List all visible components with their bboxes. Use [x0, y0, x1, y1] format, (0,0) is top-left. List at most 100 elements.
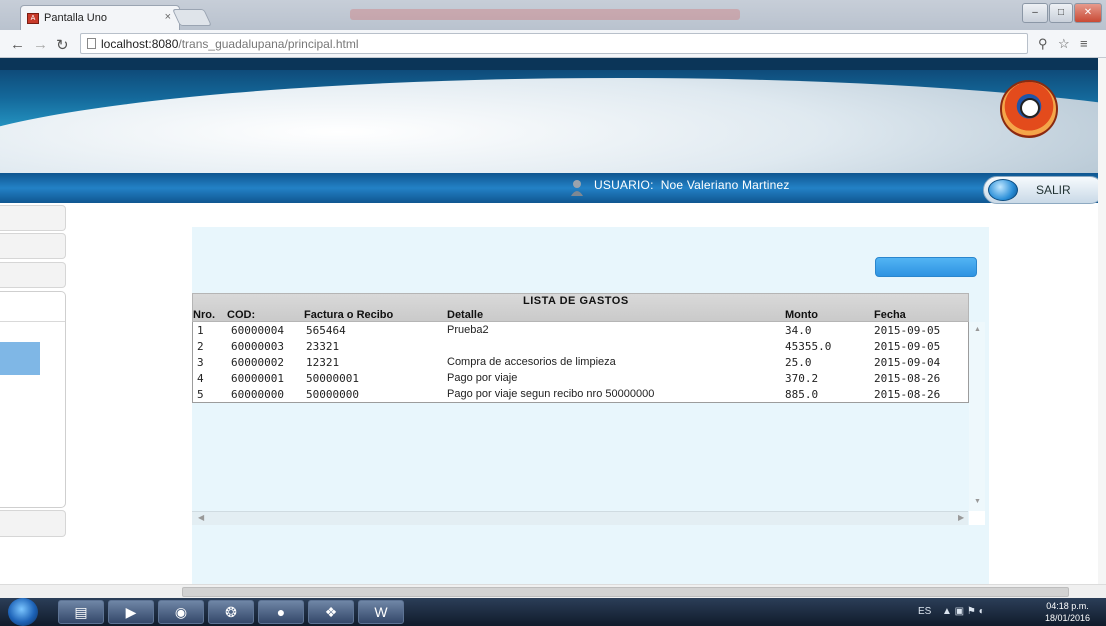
- action-button[interactable]: [875, 257, 977, 277]
- user-icon: [571, 180, 583, 196]
- taskbar-chrome[interactable]: ◉: [158, 600, 204, 624]
- scroll-up-icon[interactable]: ▲: [974, 326, 981, 333]
- windows-taskbar: ▤ ▶ ◉ ❂ ● ❖ W ES ▲ ▣ ⚑ ◐ 04:18 p.m. 18/0…: [0, 598, 1106, 626]
- taskbar-app[interactable]: ❂: [208, 600, 254, 624]
- table-row[interactable]: 3 60000002 12321 Compra de accesorios de…: [193, 355, 968, 371]
- clock-date: 18/01/2016: [1045, 613, 1091, 623]
- page-horizontal-scrollbar[interactable]: [0, 584, 1106, 598]
- table-row[interactable]: 1 60000004 565464 Prueba2 34.0 2015-09-0…: [193, 323, 968, 339]
- taskbar-word[interactable]: W: [358, 600, 404, 624]
- cell-detalle: Pago por viaje segun recibo nro 50000000: [447, 388, 655, 400]
- grid-vertical-scrollbar[interactable]: ▲ ▼: [969, 322, 985, 511]
- user-name: Noe Valeriano Martinez: [660, 178, 790, 192]
- grid-horizontal-scrollbar[interactable]: ◀ ▶: [192, 511, 968, 525]
- taskbar-explorer[interactable]: ▤: [58, 600, 104, 624]
- scroll-down-icon[interactable]: ▼: [974, 498, 981, 505]
- table-row[interactable]: 2 60000003 23321 45355.0 2015-09-05: [193, 339, 968, 355]
- user-label: USUARIO:: [594, 178, 654, 192]
- table-row[interactable]: 5 60000000 50000000 Pago por viaje segun…: [193, 387, 968, 403]
- menu-icon[interactable]: ≡: [1080, 36, 1088, 51]
- browser-tab[interactable]: A Pantalla Uno ×: [20, 5, 180, 30]
- address-bar: ← → ↻ localhost:8080/trans_guadalupana/p…: [0, 30, 1106, 58]
- menu-expanded-panel: [0, 291, 66, 508]
- cell-monto: 370.2: [785, 372, 819, 385]
- scroll-left-icon[interactable]: ◀: [198, 513, 204, 522]
- back-arrow-icon[interactable]: ←: [10, 36, 25, 53]
- col-header-nro[interactable]: Nro.: [193, 309, 215, 321]
- menu-item-4[interactable]: [0, 510, 66, 537]
- scroll-right-icon[interactable]: ▶: [958, 513, 964, 522]
- expenses-grid: LISTA DE GASTOS Nro. COD: Factura o Reci…: [192, 293, 969, 511]
- cell-nro: 5: [197, 388, 204, 401]
- logo-emblem: [1020, 98, 1040, 118]
- page-icon: [87, 38, 96, 49]
- close-button[interactable]: ✕: [1074, 3, 1102, 23]
- tab-close-icon[interactable]: ×: [165, 11, 171, 23]
- page-vertical-scrollbar[interactable]: [1098, 58, 1106, 584]
- cell-fecha: 2015-09-05: [874, 340, 941, 353]
- cell-fecha: 2015-08-26: [874, 388, 941, 401]
- cell-detalle: Prueba2: [447, 324, 489, 336]
- taskbar-eclipse[interactable]: ●: [258, 600, 304, 624]
- bookmark-star-icon[interactable]: ☆: [1058, 36, 1070, 52]
- forward-arrow-icon[interactable]: →: [33, 36, 48, 53]
- col-header-monto[interactable]: Monto: [785, 309, 818, 321]
- table-row[interactable]: 4 60000001 50000001 Pago por viaje 370.2…: [193, 371, 968, 387]
- menu-divider: [0, 321, 65, 322]
- col-header-factura[interactable]: Factura o Recibo: [304, 309, 393, 321]
- tray-icons[interactable]: ▲ ▣ ⚑ ◐: [942, 606, 985, 617]
- logout-label: SALIR: [1036, 183, 1071, 197]
- maximize-button[interactable]: □: [1049, 3, 1073, 23]
- col-header-fecha[interactable]: Fecha: [874, 309, 906, 321]
- menu-item-3[interactable]: [0, 262, 66, 288]
- cell-nro: 4: [197, 372, 204, 385]
- url-host: localhost:8080: [101, 36, 179, 51]
- user-bar: USUARIO: Noe Valeriano Martinez: [0, 173, 1106, 203]
- app-icon: ❂: [225, 603, 237, 620]
- logout-icon: [988, 179, 1018, 201]
- col-header-cod[interactable]: COD:: [227, 309, 255, 321]
- clock-time: 04:18 p.m.: [1046, 601, 1089, 611]
- zoom-icon[interactable]: ⚲: [1038, 36, 1048, 52]
- cell-nro: 1: [197, 324, 204, 337]
- site-banner: [0, 58, 1106, 173]
- eclipse-icon: ●: [276, 604, 286, 620]
- page-scroll-thumb[interactable]: [182, 587, 1069, 597]
- cell-factura: 50000000: [306, 388, 359, 401]
- minimize-button[interactable]: –: [1022, 3, 1048, 23]
- tray-language[interactable]: ES: [918, 606, 931, 617]
- cell-nro: 3: [197, 356, 204, 369]
- url-text: localhost:8080/trans_guadalupana/princip…: [101, 37, 359, 51]
- scroll-corner: [969, 511, 985, 525]
- cell-cod: 60000000: [231, 388, 284, 401]
- browser-titlebar: A Pantalla Uno × – □ ✕: [0, 0, 1106, 30]
- cell-cod: 60000004: [231, 324, 284, 337]
- start-button[interactable]: [8, 598, 38, 626]
- new-tab-button[interactable]: [172, 9, 212, 26]
- taskbar-db[interactable]: ❖: [308, 600, 354, 624]
- cell-cod: 60000003: [231, 340, 284, 353]
- cell-monto: 45355.0: [785, 340, 832, 353]
- taskbar-media[interactable]: ▶: [108, 600, 154, 624]
- cell-fecha: 2015-08-26: [874, 372, 941, 385]
- banner-top-stripe: [0, 58, 1106, 70]
- cell-detalle: Compra de accesorios de limpieza: [447, 356, 616, 368]
- reload-icon[interactable]: ↻: [56, 36, 69, 54]
- logout-button[interactable]: SALIR: [983, 176, 1104, 204]
- cell-monto: 34.0: [785, 324, 812, 337]
- cell-factura: 23321: [306, 340, 340, 353]
- cell-nro: 2: [197, 340, 204, 353]
- company-logo: [1000, 80, 1058, 138]
- url-input[interactable]: localhost:8080/trans_guadalupana/princip…: [80, 33, 1028, 54]
- col-header-detalle[interactable]: Detalle: [447, 309, 483, 321]
- menu-item-2[interactable]: [0, 233, 66, 259]
- menu-submenu-item[interactable]: [0, 342, 40, 375]
- cell-detalle: Pago por viaje: [447, 372, 518, 384]
- grid-header: LISTA DE GASTOS Nro. COD: Factura o Reci…: [192, 293, 969, 322]
- menu-item-1[interactable]: [0, 205, 66, 231]
- favicon-icon: A: [27, 12, 39, 24]
- cell-monto: 25.0: [785, 356, 812, 369]
- banner-wave: [0, 78, 1106, 173]
- word-icon: W: [374, 604, 388, 620]
- system-clock[interactable]: 04:18 p.m. 18/01/2016: [1045, 600, 1090, 624]
